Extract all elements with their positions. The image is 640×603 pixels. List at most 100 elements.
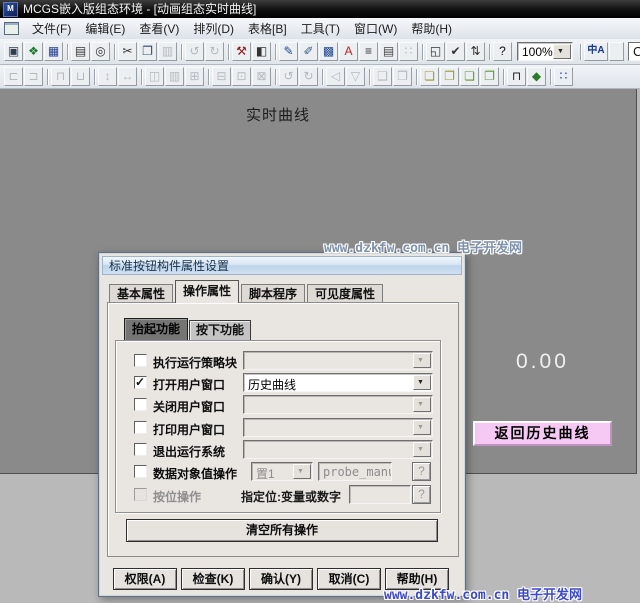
check-icon: ✓ (135, 375, 145, 389)
dropdown-arrow-icon (413, 397, 431, 412)
context-help-icon[interactable]: ? (493, 42, 512, 61)
return-history-button[interactable]: 返回历史曲线 (473, 421, 612, 446)
zoom-value: 100% (522, 45, 553, 59)
toolbar-separator (416, 69, 417, 85)
button-properties-dialog: 标准按钮构件属性设置 基本属性操作属性脚本程序可见度属性 抬起功能 按下功能 执… (98, 252, 466, 597)
toolbar-main: ▣❖▦▤◎✂❐▥↺↻⚒◧✎✐▩A≡▤∷◱✔⇅? 100% 中A Chinese (0, 39, 640, 65)
cancel-button[interactable]: 取消(C) (317, 568, 381, 590)
toolbar-separator (275, 69, 276, 85)
checkbox-data-object[interactable] (134, 465, 147, 478)
dialog-title-bar[interactable]: 标准按钮构件属性设置 (102, 256, 462, 275)
blank-button[interactable] (609, 42, 624, 61)
tab-basic[interactable]: 基本属性 (109, 284, 173, 304)
menu-arrange[interactable]: 排列(D) (186, 20, 241, 37)
bring-forward-icon[interactable]: ❏ (460, 67, 479, 86)
zoom-select[interactable]: 100% (517, 42, 573, 61)
dropdown-arrow-icon[interactable] (413, 375, 431, 390)
combo-strategy (243, 351, 433, 370)
label-print-window: 打印用户窗口 (153, 421, 225, 438)
script-list-icon[interactable]: ▤ (379, 42, 398, 61)
print-preview-icon[interactable]: ◎ (91, 42, 110, 61)
center-window-icon: ⊠ (252, 67, 271, 86)
combo-data-operation: 置1 (251, 462, 313, 481)
text-label-icon[interactable]: A (339, 42, 358, 61)
subtab-raise[interactable]: 抬起功能 (124, 318, 188, 341)
lock-icon[interactable]: ⊓ (507, 67, 526, 86)
menu-edit[interactable]: 编辑(E) (78, 20, 132, 37)
save-icon[interactable]: ▦ (44, 42, 63, 61)
child-window-icon[interactable] (4, 22, 19, 35)
tab-operation[interactable]: 操作属性 (175, 280, 239, 303)
dropdown-arrow-icon (413, 442, 431, 457)
paste-icon: ▥ (158, 42, 177, 61)
subtab-press[interactable]: 按下功能 (189, 320, 251, 341)
value-display: 0.00 (516, 350, 569, 374)
ungroup-icon: ❒ (393, 67, 412, 86)
ime-icon[interactable]: 中A (584, 42, 608, 61)
app-icon: M (3, 2, 18, 17)
tools-icon[interactable]: ⚒ (232, 42, 251, 61)
device-window-icon[interactable]: ✐ (299, 42, 318, 61)
toolbar-separator (208, 69, 209, 85)
print-icon[interactable]: ▤ (71, 42, 90, 61)
group-icon: ❑ (373, 67, 392, 86)
dropdown-arrow-icon (413, 420, 431, 435)
row-execute-strategy: 执行运行策略块 (99, 351, 467, 372)
checkbox-exit-system[interactable] (134, 443, 147, 456)
workbench-icon[interactable]: ◧ (252, 42, 271, 61)
dropdown-arrow-icon (293, 464, 311, 479)
copy-icon[interactable]: ❐ (138, 42, 157, 61)
tab-script[interactable]: 脚本程序 (241, 284, 305, 304)
toolbar-separator (322, 69, 323, 85)
send-backward-icon[interactable]: ❐ (480, 67, 499, 86)
download-icon[interactable]: ⇅ (466, 42, 485, 61)
dialog-title: 标准按钮构件属性设置 (109, 259, 229, 273)
label-data-object: 数据对象值操作 (153, 465, 237, 482)
combo-open-window[interactable]: 历史曲线 (243, 373, 433, 392)
check-button[interactable]: 检查(K) (181, 568, 245, 590)
menu-view[interactable]: 查看(V) (132, 20, 186, 37)
row-exit-system: 退出运行系统 (99, 440, 467, 461)
syntax-check-icon[interactable]: ✔ (446, 42, 465, 61)
menu-file[interactable]: 文件(F) (25, 20, 78, 37)
cut-icon[interactable]: ✂ (118, 42, 137, 61)
menu-window[interactable]: 窗口(W) (347, 20, 404, 37)
checkbox-open-window[interactable]: ✓ (134, 376, 147, 389)
toolbar-separator (422, 44, 423, 60)
align-top-icon: ⊓ (51, 67, 70, 86)
user-window-icon[interactable]: ▩ (319, 42, 338, 61)
menu-tools[interactable]: 工具(T) (294, 20, 347, 37)
language-field[interactable]: Chinese (628, 42, 640, 61)
checkbox-execute-strategy[interactable] (134, 354, 147, 367)
tab-visibility[interactable]: 可见度属性 (307, 284, 383, 304)
menu-table[interactable]: 表格[B] (241, 20, 294, 37)
dropdown-arrow-icon[interactable] (553, 44, 571, 59)
data-object-icon[interactable]: ≡ (359, 42, 378, 61)
same-width-icon: ↔ (118, 67, 137, 86)
send-to-back-icon[interactable]: ❐ (440, 67, 459, 86)
fill-color-icon[interactable]: ◆ (527, 67, 546, 86)
permission-button[interactable]: 权限(A) (113, 568, 177, 590)
grid-icon: ∷ (399, 42, 418, 61)
align-bottom-icon: ⊔ (71, 67, 90, 86)
confirm-button[interactable]: 确认(Y) (249, 568, 313, 590)
grid-dots-icon[interactable]: ∷ (554, 67, 573, 86)
watermark-top: www.dzkfw.com.cn 电子开发网 (324, 237, 522, 256)
equal-spacing-h-icon: ▥ (165, 67, 184, 86)
align-left-icon: ⊏ (4, 67, 23, 86)
open-project-icon[interactable]: ❖ (24, 42, 43, 61)
menu-help[interactable]: 帮助(H) (404, 20, 459, 37)
window-properties-icon[interactable]: ◱ (426, 42, 445, 61)
clear-all-actions-button[interactable]: 清空所有操作 (126, 519, 438, 542)
menu-bar: 文件(F)编辑(E)查看(V)排列(D)表格[B]工具(T)窗口(W)帮助(H) (0, 18, 640, 40)
bring-to-front-icon[interactable]: ❏ (420, 67, 439, 86)
checkbox-close-window[interactable] (134, 398, 147, 411)
toolbar-separator (181, 44, 182, 60)
toolbar-separator (550, 69, 551, 85)
checkbox-print-window[interactable] (134, 421, 147, 434)
combo-print-window (243, 418, 433, 437)
strategy-icon[interactable]: ✎ (279, 42, 298, 61)
checkbox-bit-operation (134, 488, 147, 501)
new-window-icon[interactable]: ▣ (4, 42, 23, 61)
combo-exit-system (243, 440, 433, 459)
